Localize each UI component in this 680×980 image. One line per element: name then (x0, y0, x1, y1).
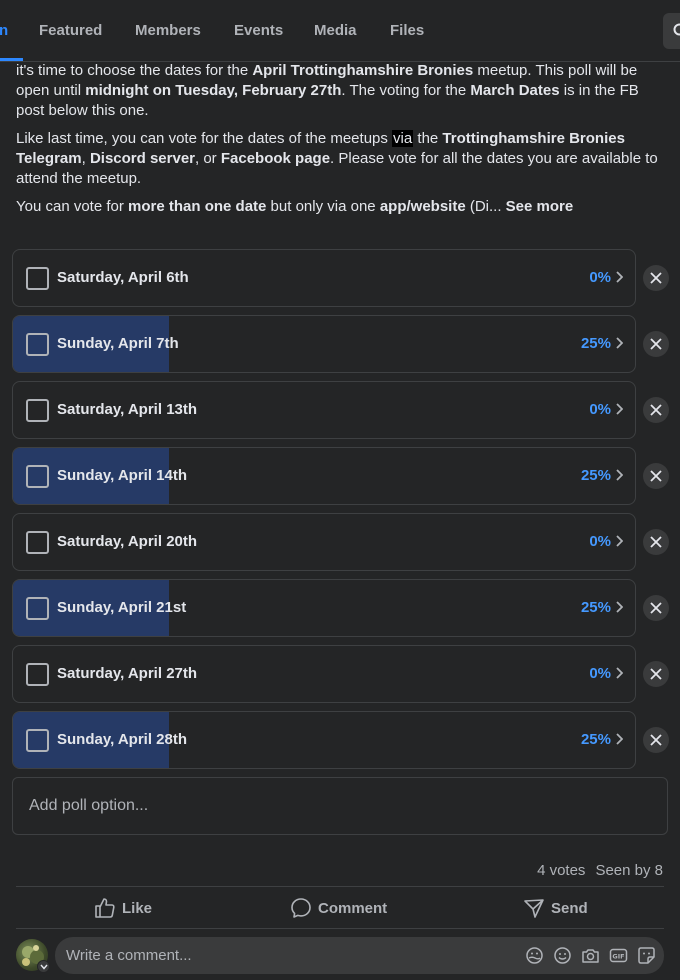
poll-option[interactable]: Sunday, April 7th 25% (12, 315, 636, 373)
poll-percent[interactable]: 0% (589, 401, 611, 418)
poll-option[interactable]: Sunday, April 14th 25% (12, 447, 636, 505)
account-switch-button[interactable] (37, 960, 50, 973)
close-icon (650, 470, 662, 482)
poll-checkbox[interactable] (26, 399, 49, 422)
emoji-icon[interactable] (553, 946, 572, 965)
chevron-right-icon (616, 601, 623, 613)
post-paragraph: You can vote for more than one date but … (16, 198, 574, 215)
poll-checkbox[interactable] (26, 465, 49, 488)
remove-option-button[interactable] (643, 529, 669, 555)
selected-text: via (392, 130, 414, 147)
speech-bubble-icon (291, 898, 311, 918)
post-paragraph: Like last time, you can vote for the dat… (16, 130, 658, 187)
add-poll-option-input[interactable] (13, 778, 667, 834)
search-button[interactable] (663, 13, 680, 49)
poll-option-label: Sunday, April 7th (57, 335, 179, 352)
chevron-right-icon (616, 469, 623, 481)
chevron-right-icon (616, 733, 623, 745)
poll-checkbox[interactable] (26, 531, 49, 554)
like-label: Like (122, 899, 153, 917)
close-icon (650, 404, 662, 416)
chevron-down-icon (40, 964, 48, 970)
poll-percent[interactable]: 25% (581, 599, 611, 616)
remove-option-button[interactable] (643, 463, 669, 489)
remove-option-button[interactable] (643, 595, 669, 621)
chevron-right-icon (616, 271, 623, 283)
poll-option[interactable]: Saturday, April 13th 0% (12, 381, 636, 439)
poll-option[interactable]: Sunday, April 21st 25% (12, 579, 636, 637)
close-icon (650, 668, 662, 680)
camera-icon[interactable] (581, 946, 600, 965)
thumbs-up-icon (95, 898, 115, 918)
close-icon (650, 734, 662, 746)
poll-option-label: Saturday, April 20th (57, 533, 198, 550)
svg-text:GIF: GIF (612, 953, 624, 961)
seen-count[interactable]: Seen by 8 (595, 862, 663, 879)
post-body: it's time to choose the dates for the Ap… (16, 61, 670, 225)
poll-option-label: Sunday, April 14th (57, 467, 188, 484)
sticker-icon[interactable] (637, 946, 656, 965)
tab-featured[interactable]: Featured (39, 22, 102, 39)
close-icon (650, 536, 662, 548)
poll-percent[interactable]: 25% (581, 467, 611, 484)
poll-option[interactable]: Saturday, April 27th 0% (12, 645, 636, 703)
comment-button[interactable]: Comment (290, 896, 387, 920)
poll-checkbox[interactable] (26, 597, 49, 620)
poll-checkbox[interactable] (26, 333, 49, 356)
tab-members[interactable]: Members (135, 22, 201, 39)
search-icon (673, 23, 680, 36)
divider (16, 886, 664, 887)
poll-option-label: Saturday, April 13th (57, 401, 198, 418)
tab-files[interactable]: Files (390, 22, 424, 39)
add-poll-option[interactable] (12, 777, 668, 835)
poll-checkbox[interactable] (26, 663, 49, 686)
poll-option[interactable]: Saturday, April 20th 0% (12, 513, 636, 571)
comment-label: Comment (318, 899, 388, 917)
chevron-right-icon (616, 667, 623, 679)
tab-discussion[interactable]: n (0, 22, 8, 39)
poll-option-label: Saturday, April 27th (57, 665, 198, 682)
poll-option-label: Sunday, April 21st (57, 599, 187, 616)
comment-input[interactable] (66, 937, 516, 974)
tab-events[interactable]: Events (234, 22, 283, 39)
post-paragraph: it's time to choose the dates for the Ap… (16, 62, 639, 119)
send-icon (524, 899, 544, 918)
close-icon (650, 338, 662, 350)
comment-composer[interactable]: GIF (55, 937, 664, 974)
divider (16, 928, 664, 929)
poll-percent[interactable]: 0% (589, 665, 611, 682)
remove-option-button[interactable] (643, 397, 669, 423)
close-icon (650, 602, 662, 614)
see-more-link[interactable]: See more (506, 198, 574, 215)
tab-media[interactable]: Media (314, 22, 357, 39)
poll-percent[interactable]: 25% (581, 335, 611, 352)
poll-checkbox[interactable] (26, 729, 49, 752)
send-button[interactable]: Send (523, 896, 588, 920)
post-stats: 4 votes Seen by 8 (537, 862, 663, 879)
poll-percent[interactable]: 0% (589, 533, 611, 550)
gif-icon[interactable]: GIF (609, 946, 628, 965)
like-button[interactable]: Like (94, 896, 152, 920)
chevron-right-icon (616, 337, 623, 349)
remove-option-button[interactable] (643, 727, 669, 753)
poll-percent[interactable]: 25% (581, 731, 611, 748)
poll-percent[interactable]: 0% (589, 269, 611, 286)
poll-checkbox[interactable] (26, 267, 49, 290)
remove-option-button[interactable] (643, 265, 669, 291)
send-label: Send (551, 899, 588, 917)
remove-option-button[interactable] (643, 661, 669, 687)
chevron-right-icon (616, 535, 623, 547)
chevron-right-icon (616, 403, 623, 415)
poll-option-label: Saturday, April 6th (57, 269, 189, 286)
group-tab-bar: n Featured Members Events Media Files (0, 0, 680, 62)
poll-option[interactable]: Sunday, April 28th 25% (12, 711, 636, 769)
remove-option-button[interactable] (643, 331, 669, 357)
avatar-sticker-icon[interactable] (525, 946, 544, 965)
poll-option-label: Sunday, April 28th (57, 731, 188, 748)
poll-option[interactable]: Saturday, April 6th 0% (12, 249, 636, 307)
vote-count[interactable]: 4 votes (537, 862, 585, 879)
close-icon (650, 272, 662, 284)
